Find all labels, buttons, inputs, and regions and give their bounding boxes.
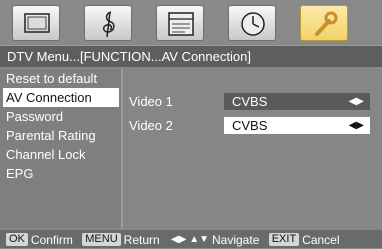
menu-item-channel-lock[interactable]: Channel Lock (3, 145, 119, 164)
key-hint-bar: OK Confirm MENU Return ◀▶ ▲▼ Navigate EXIT C… (0, 230, 382, 248)
left-right-arrows-icon: ◀▶ (348, 96, 364, 107)
setting-row-video-2: Video 2 CVBS ◀▶ (129, 117, 379, 135)
menu-item-reset-to-default[interactable]: Reset to default (3, 69, 119, 88)
tab-time[interactable] (228, 5, 276, 41)
video-1-value: CVBS (232, 94, 268, 109)
osd-menu-screen: DTV Menu...[FUNCTION...AV Connection] Re… (0, 0, 382, 248)
tab-schedule[interactable] (156, 5, 204, 41)
treble-clef-icon (103, 11, 115, 38)
calendar-icon (168, 12, 194, 36)
category-icon-bar (0, 0, 382, 44)
ok-key-badge: OK (6, 233, 28, 247)
setting-row-video-1: Video 1 CVBS ◀▶ (129, 93, 379, 111)
page-title: DTV Menu...[FUNCTION...AV Connection] (0, 45, 382, 67)
menu-item-password[interactable]: Password (3, 107, 119, 126)
video-2-label: Video 2 (129, 118, 173, 133)
tab-picture[interactable] (12, 5, 60, 41)
navigate-hint: Navigate (212, 232, 260, 247)
menu-hint: Return (123, 232, 160, 247)
tab-function[interactable] (300, 5, 348, 41)
video-2-selector[interactable]: CVBS ◀▶ (224, 117, 370, 134)
wrench-icon (315, 11, 338, 36)
tab-sound[interactable] (84, 5, 132, 41)
settings-pane: Video 1 CVBS ◀▶ Video 2 CVBS ◀▶ (123, 69, 382, 229)
clock-icon (241, 12, 265, 36)
menu-item-parental-rating[interactable]: Parental Rating (3, 126, 119, 145)
ok-hint: Confirm (30, 232, 73, 247)
navigate-arrows-icon: ◀▶ ▲▼ (171, 233, 209, 245)
video-1-label: Video 1 (129, 94, 173, 109)
menu-item-av-connection[interactable]: AV Connection (3, 88, 119, 107)
video-1-selector[interactable]: CVBS ◀▶ (224, 93, 370, 110)
video-2-value: CVBS (232, 118, 268, 133)
menu-key-badge: MENU (82, 233, 121, 247)
exit-hint: Cancel (302, 232, 340, 247)
menu-item-epg[interactable]: EPG (3, 164, 119, 183)
function-menu: Reset to default AV Connection Password … (3, 69, 119, 229)
left-right-arrows-icon: ◀▶ (348, 120, 364, 131)
exit-key-badge: EXIT (268, 233, 300, 247)
tv-screen-icon (24, 13, 50, 33)
